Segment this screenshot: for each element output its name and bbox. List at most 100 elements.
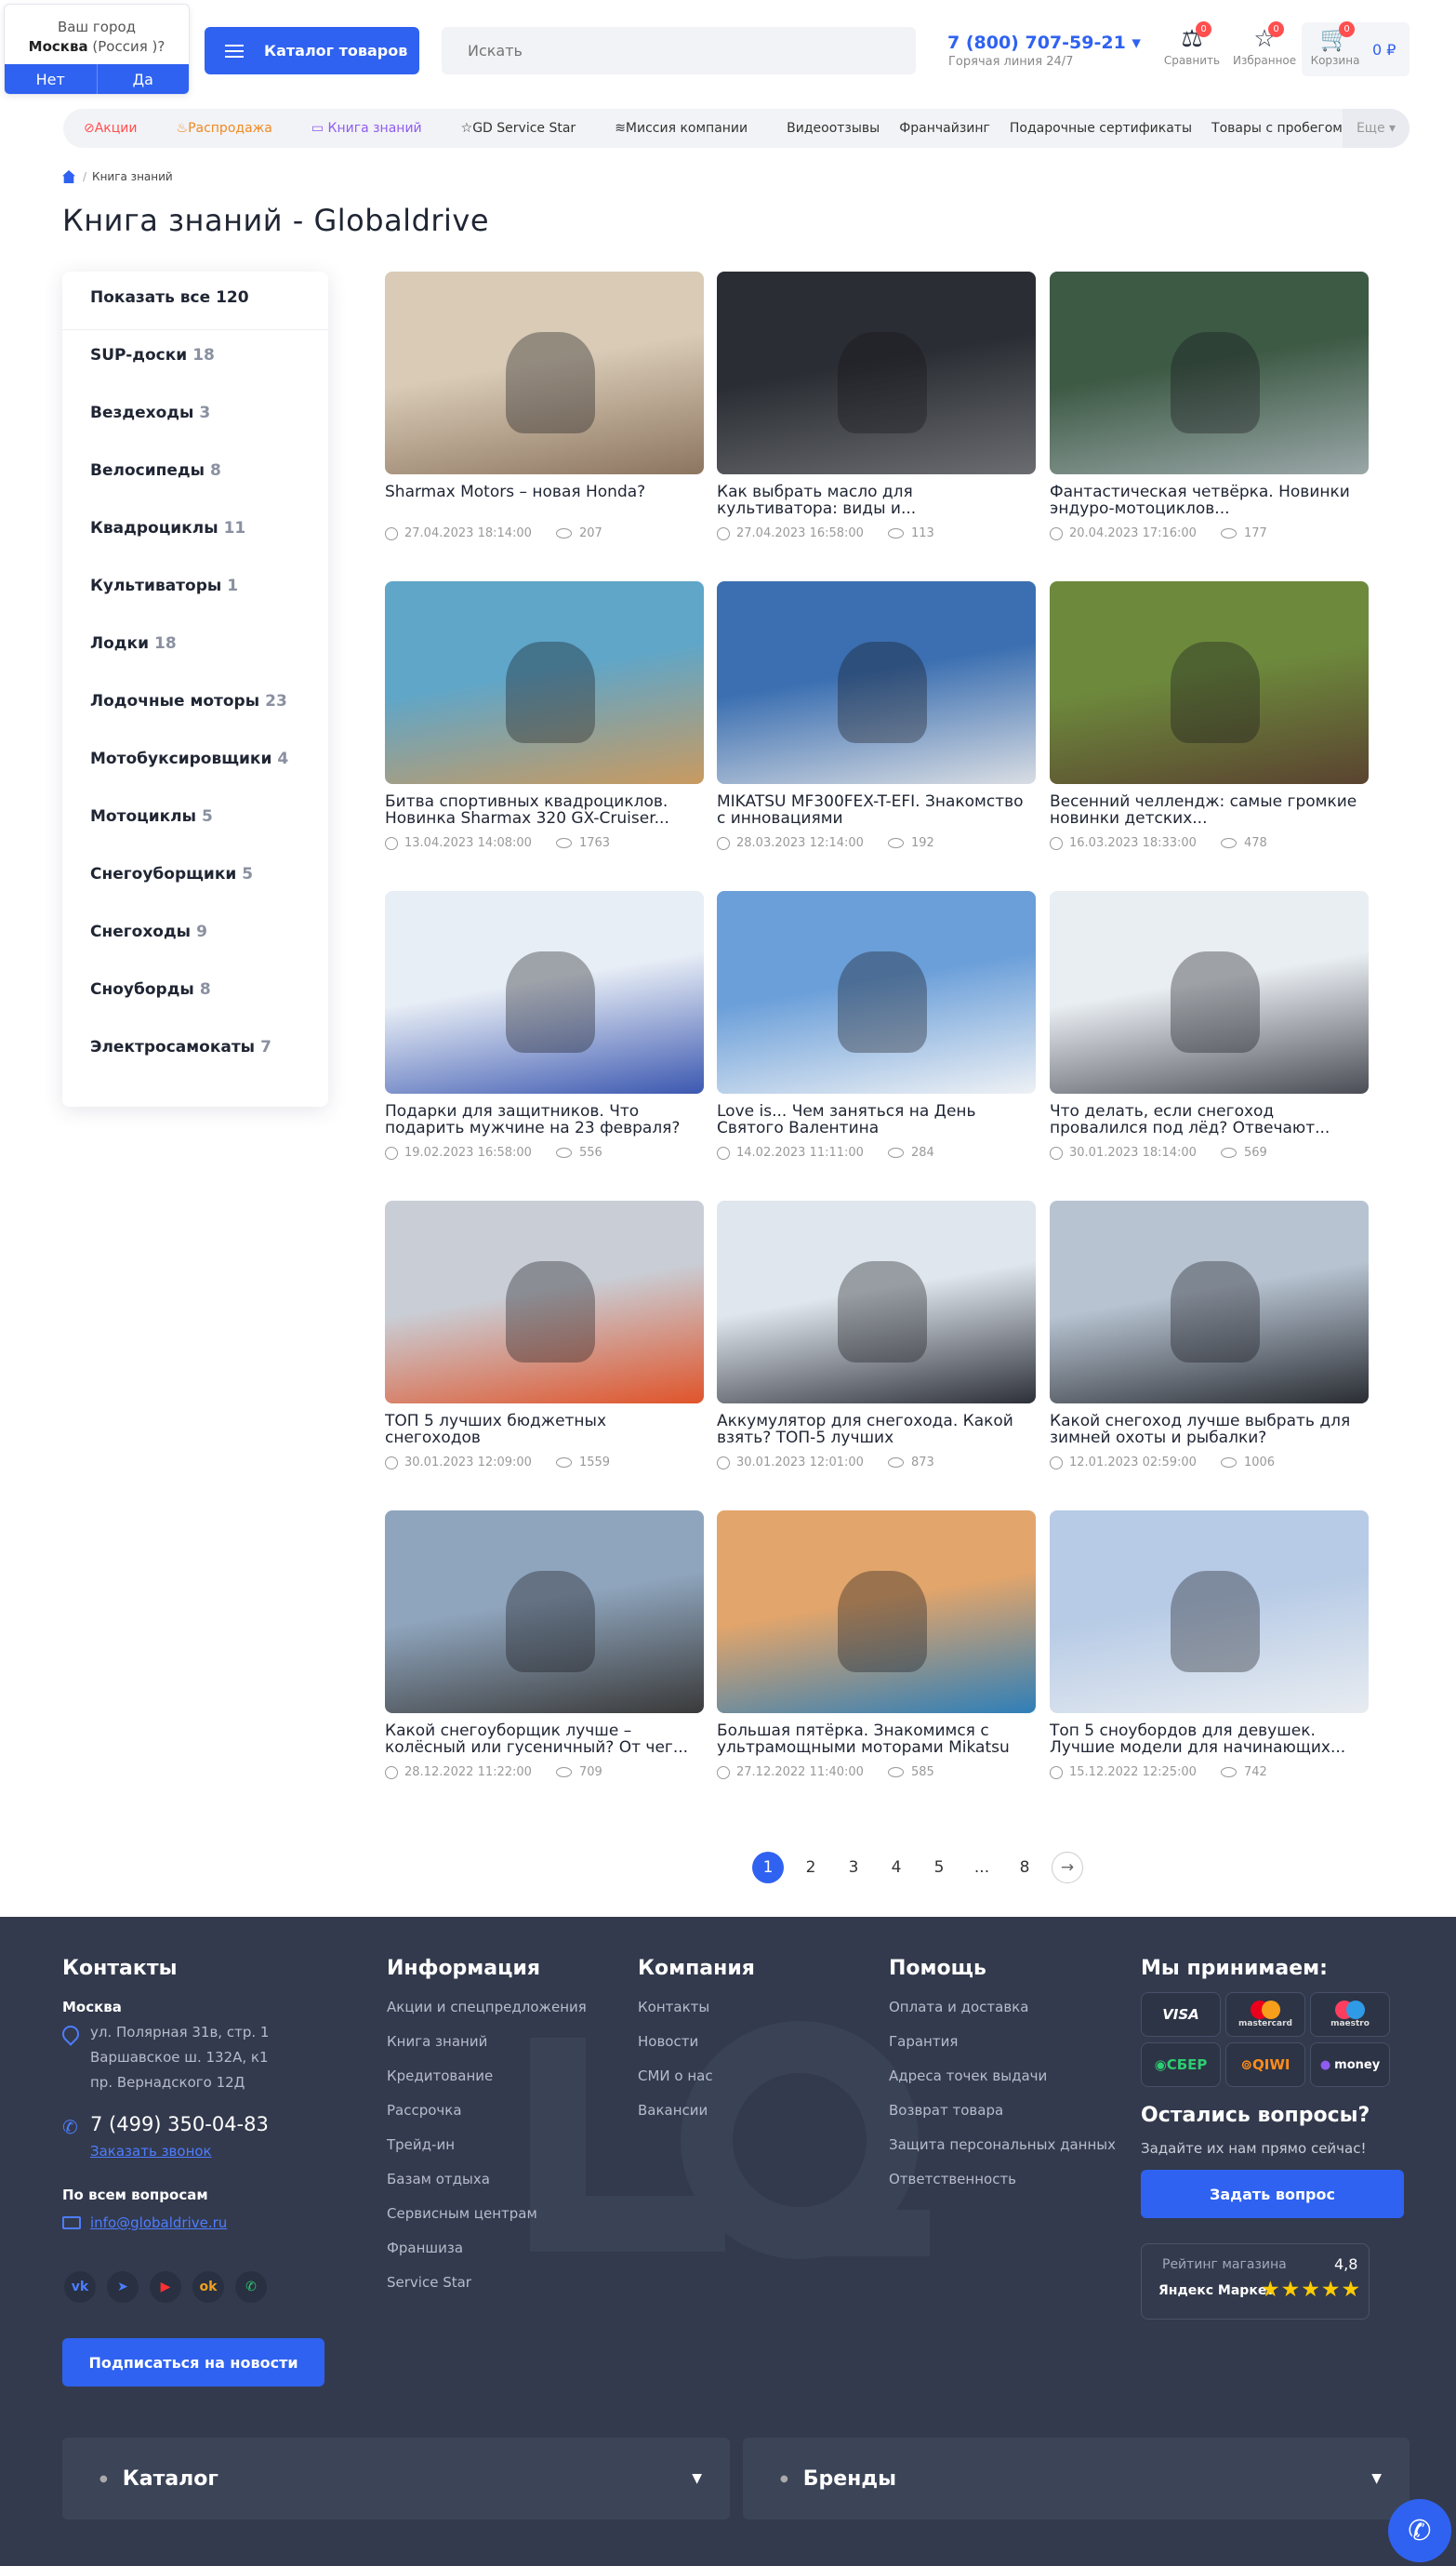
footer-phone[interactable]: 7 (499) 350-04-83 bbox=[90, 2113, 269, 2135]
subscribe-button[interactable]: Подписаться на новости bbox=[62, 2338, 324, 2387]
whatsapp-icon[interactable]: ✆ bbox=[235, 2271, 267, 2303]
footer-link[interactable]: Адреса точек выдачи bbox=[889, 2067, 1047, 2084]
vk-icon[interactable]: vk bbox=[64, 2271, 96, 2303]
article-image[interactable] bbox=[385, 1510, 704, 1713]
sidebar-category[interactable]: Электросамокаты 7 bbox=[90, 1038, 271, 1057]
article-image[interactable] bbox=[717, 272, 1036, 474]
article-image[interactable] bbox=[717, 1201, 1036, 1403]
sidebar-category[interactable]: Лодки 18 bbox=[90, 634, 177, 653]
sidebar-category[interactable]: SUP-доски 18 bbox=[90, 346, 215, 365]
footer-link[interactable]: Service Star bbox=[387, 2274, 471, 2291]
footer-link[interactable]: Гарантия bbox=[889, 2033, 958, 2050]
shop-rating[interactable]: Рейтинг магазина 4,8 Яндекс Маркет ★★★★★ bbox=[1141, 2243, 1370, 2320]
city-yes-button[interactable]: Да bbox=[97, 64, 189, 94]
article-card[interactable]: Love is... Чем заняться на День Святого … bbox=[717, 891, 1036, 1160]
article-card[interactable]: Какой снегоход лучше выбрать для зимней … bbox=[1050, 1201, 1369, 1469]
nav-item-used-goods[interactable]: Товары с пробегом bbox=[1211, 121, 1343, 136]
article-card[interactable]: Подарки для защитников. Что подарить муж… bbox=[385, 891, 704, 1160]
sidebar-category[interactable]: Велосипеды 8 bbox=[90, 461, 221, 480]
page-button[interactable]: 8 bbox=[1009, 1852, 1040, 1883]
article-title[interactable]: Что делать, если снегоход провалился под… bbox=[1050, 1103, 1369, 1137]
article-title[interactable]: Топ 5 сноубордов для девушек. Лучшие мод… bbox=[1050, 1722, 1369, 1756]
article-card[interactable]: MIKATSU MF300FEX-T-EFI. Знакомство с инн… bbox=[717, 581, 1036, 850]
sidebar-category[interactable]: Мотоциклы 5 bbox=[90, 807, 213, 826]
search-input[interactable] bbox=[442, 27, 916, 74]
sidebar-category[interactable]: Снегоходы 9 bbox=[90, 923, 207, 941]
nav-item-mission[interactable]: ≋Миссия компании bbox=[615, 121, 767, 136]
article-image[interactable] bbox=[1050, 272, 1369, 474]
sidebar-category[interactable]: Сноуборды 8 bbox=[90, 980, 211, 999]
youtube-icon[interactable]: ▶ bbox=[150, 2271, 181, 2303]
footer-link[interactable]: Рассрочка bbox=[387, 2102, 462, 2119]
next-page-button[interactable]: → bbox=[1052, 1852, 1083, 1883]
article-image[interactable] bbox=[717, 581, 1036, 784]
nav-item-gift-cards[interactable]: Подарочные сертификаты bbox=[1010, 121, 1192, 136]
article-card[interactable]: Sharmax Motors – новая Honda? 27.04.2023 … bbox=[385, 272, 704, 540]
sidebar-category[interactable]: Квадроциклы 11 bbox=[90, 519, 245, 538]
page-button[interactable]: 4 bbox=[880, 1852, 912, 1883]
catalog-accordion[interactable]: ● Каталог ▼ bbox=[62, 2438, 730, 2519]
article-card[interactable]: ТОП 5 лучших бюджетных снегоходов 30.01.2… bbox=[385, 1201, 704, 1469]
telegram-icon[interactable]: ➤ bbox=[107, 2271, 139, 2303]
article-title[interactable]: Какой снегоход лучше выбрать для зимней … bbox=[1050, 1413, 1369, 1446]
sidebar-category[interactable]: Мотобуксировщики 4 bbox=[90, 750, 288, 768]
article-card[interactable]: Как выбрать масло для культиватора: виды… bbox=[717, 272, 1036, 540]
ask-question-button[interactable]: Задать вопрос bbox=[1141, 2170, 1404, 2218]
article-image[interactable] bbox=[717, 891, 1036, 1094]
footer-link[interactable]: Контакты bbox=[638, 1999, 709, 2015]
footer-link[interactable]: Базам отдыха bbox=[387, 2171, 490, 2187]
article-card[interactable]: Битва спортивных квадроциклов. Новинка S… bbox=[385, 581, 704, 850]
article-title[interactable]: Аккумулятор для снегохода. Какой взять? … bbox=[717, 1413, 1036, 1446]
article-card[interactable]: Аккумулятор для снегохода. Какой взять? … bbox=[717, 1201, 1036, 1469]
floating-call-button[interactable]: ✆ bbox=[1388, 2499, 1451, 2562]
nav-item-service-star[interactable]: ☆GD Service Star bbox=[461, 121, 596, 136]
footer-link[interactable]: Оплата и доставка bbox=[889, 1999, 1028, 2015]
article-title[interactable]: Весенний челлендж: самые громкие новинки… bbox=[1050, 793, 1369, 827]
article-title[interactable]: Битва спортивных квадроциклов. Новинка S… bbox=[385, 793, 704, 827]
nav-more-button[interactable]: Еще ▾ bbox=[1343, 109, 1410, 148]
nav-item-knowledge[interactable]: ▭ Книга знаний bbox=[311, 121, 442, 136]
article-title[interactable]: Love is... Чем заняться на День Святого … bbox=[717, 1103, 1036, 1137]
article-title[interactable]: Какой снегоуборщик лучше – колёсный или … bbox=[385, 1722, 704, 1756]
show-all-link[interactable]: Показать все 120 bbox=[90, 288, 249, 307]
article-card[interactable]: Большая пятёрка. Знакомимся с ультрамощн… bbox=[717, 1510, 1036, 1779]
sidebar-category[interactable]: Снегоуборщики 5 bbox=[90, 865, 253, 884]
article-title[interactable]: ТОП 5 лучших бюджетных снегоходов bbox=[385, 1413, 704, 1446]
page-button[interactable]: 5 bbox=[923, 1852, 955, 1883]
article-image[interactable] bbox=[1050, 1201, 1369, 1403]
article-image[interactable] bbox=[1050, 1510, 1369, 1713]
article-card[interactable]: Какой снегоуборщик лучше – колёсный или … bbox=[385, 1510, 704, 1779]
footer-link[interactable]: Трейд-ин bbox=[387, 2136, 455, 2153]
nav-item-sales[interactable]: ⊘Акции bbox=[84, 121, 157, 136]
footer-link[interactable]: Книга знаний bbox=[387, 2033, 487, 2050]
article-title[interactable]: Как выбрать масло для культиватора: виды… bbox=[717, 484, 1036, 517]
footer-email[interactable]: info@globaldrive.ru bbox=[90, 2214, 227, 2231]
footer-link[interactable]: Защита персональных данных bbox=[889, 2136, 1116, 2153]
catalog-button[interactable]: Каталог товаров bbox=[205, 27, 419, 74]
article-image[interactable] bbox=[385, 272, 704, 474]
article-title[interactable]: Фантастическая четвёрка. Новинки эндуро-… bbox=[1050, 484, 1369, 517]
brands-accordion[interactable]: ● Бренды ▼ bbox=[743, 2438, 1410, 2519]
city-no-button[interactable]: Нет bbox=[5, 64, 98, 94]
favorites-button[interactable]: ☆ 0 Избранное bbox=[1233, 21, 1296, 67]
page-button[interactable]: 2 bbox=[795, 1852, 827, 1883]
footer-link[interactable]: Франшиза bbox=[387, 2240, 463, 2256]
footer-link[interactable]: СМИ о нас bbox=[638, 2067, 713, 2084]
footer-link[interactable]: Возврат товара bbox=[889, 2102, 1003, 2119]
sidebar-category[interactable]: Культиваторы 1 bbox=[90, 577, 238, 595]
nav-item-video-reviews[interactable]: Видеоотзывы bbox=[787, 121, 880, 136]
article-image[interactable] bbox=[1050, 891, 1369, 1094]
article-image[interactable] bbox=[717, 1510, 1036, 1713]
hotline-phone[interactable]: 7 (800) 707-59-21 ▾ bbox=[947, 33, 1141, 53]
article-image[interactable] bbox=[385, 891, 704, 1094]
article-title[interactable]: Sharmax Motors – новая Honda? bbox=[385, 484, 704, 517]
home-icon[interactable] bbox=[62, 170, 75, 183]
footer-link[interactable]: Акции и спецпредложения bbox=[387, 1999, 587, 2015]
article-card[interactable]: Что делать, если снегоход провалился под… bbox=[1050, 891, 1369, 1160]
nav-item-franchise[interactable]: Франчайзинг bbox=[899, 121, 990, 136]
article-title[interactable]: Большая пятёрка. Знакомимся с ультрамощн… bbox=[717, 1722, 1036, 1756]
article-title[interactable]: Подарки для защитников. Что подарить муж… bbox=[385, 1103, 704, 1137]
article-card[interactable]: Топ 5 сноубордов для девушек. Лучшие мод… bbox=[1050, 1510, 1369, 1779]
cart-icon-group[interactable]: 🛒 0 Корзина bbox=[1304, 21, 1367, 67]
compare-button[interactable]: ⚖ 0 Сравнить bbox=[1160, 21, 1224, 67]
